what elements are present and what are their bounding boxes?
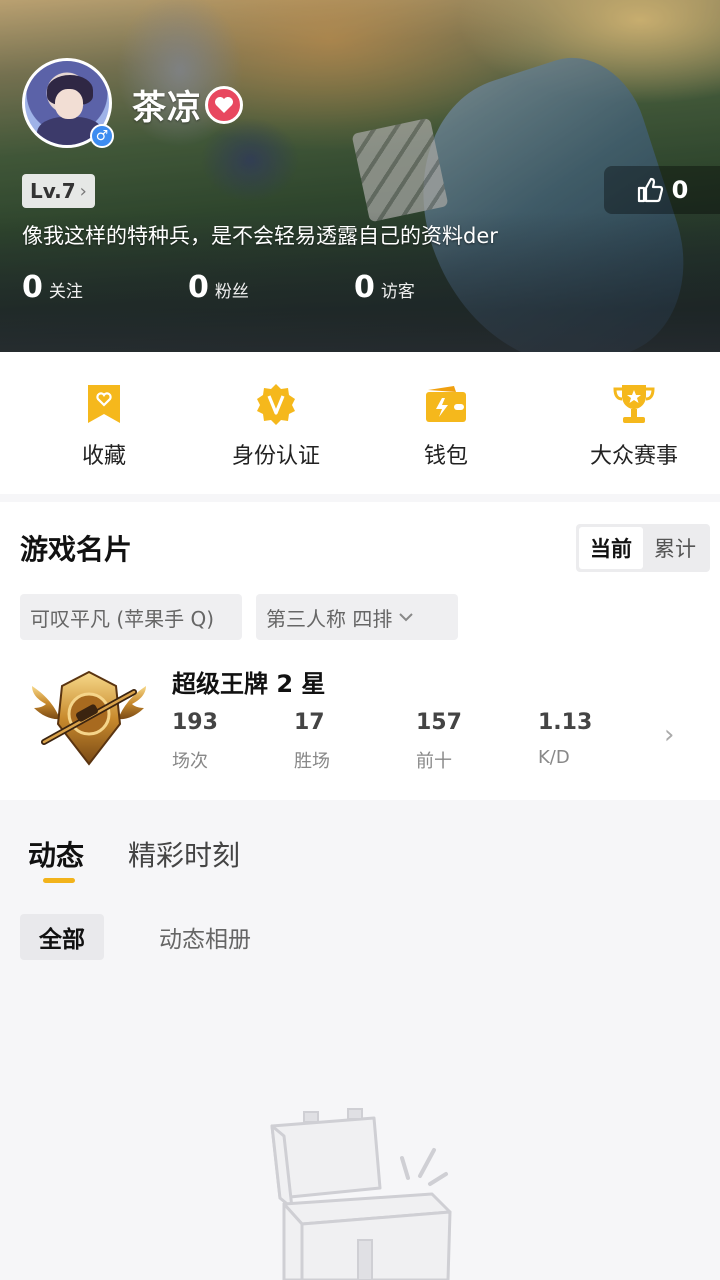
quick-action-label: 大众赛事 [589,444,678,469]
bookmark-heart-icon [82,382,126,426]
tab-posts[interactable]: 动态 [28,834,84,874]
like-button[interactable]: 0 [604,166,720,214]
rank-stat-kd: 1.13 K/D [538,710,638,768]
rank-stat-label: 场次 [172,751,208,772]
stats-period-toggle: 当前 累计 [576,524,710,572]
wallet-icon [424,382,468,426]
profile-header: ♂ 茶凉 Lv.7 › 0 像我这样的特种兵，是不会轻易透露自己的资料der 0… [0,0,720,352]
game-card-title: 游戏名片 [20,533,133,566]
toggle-current[interactable]: 当前 [579,527,643,569]
rank-stat-value: 17 [294,710,325,735]
chevron-down-icon [399,613,414,622]
account-label: 可叹平凡 (苹果手 Q) [30,606,215,631]
filter-all[interactable]: 全部 [20,914,104,960]
profile-stats: 0 关注 0 粉丝 0 访客 [22,270,520,305]
tab-highlights[interactable]: 精彩时刻 [128,834,240,874]
male-icon: ♂ [90,124,114,148]
stat-fans[interactable]: 0 粉丝 [188,270,354,305]
heart-icon[interactable] [205,86,243,124]
thumbs-up-icon [637,177,663,203]
feed-section: 动态 精彩时刻 全部 动态相册 [0,808,720,1280]
stat-label: 访客 [380,282,415,302]
toggle-cumulative[interactable]: 累计 [643,527,707,569]
account-selector[interactable]: 可叹平凡 (苹果手 Q) [20,594,242,640]
like-count: 0 [671,176,689,204]
active-tab-indicator [43,878,75,883]
stat-value: 0 [354,270,375,305]
empty-box-icon [270,1108,452,1280]
quick-action-verification[interactable]: 身份认证 [208,352,344,494]
bio-text: 像我这样的特种兵，是不会轻易透露自己的资料der [22,224,498,248]
quick-action-label: 身份认证 [231,444,320,469]
rank-stat-label: 胜场 [294,751,330,772]
stat-visitors[interactable]: 0 访客 [354,270,520,305]
stat-label: 粉丝 [214,282,249,302]
username: 茶凉 [132,88,202,128]
chevron-right-icon: › [79,180,87,202]
rank-stat-label: 前十 [416,751,452,772]
quick-action-label: 钱包 [423,444,468,469]
rank-stat-value: 1.13 [538,710,593,735]
level-badge[interactable]: Lv.7 › [22,174,95,208]
filter-album[interactable]: 动态相册 [150,914,260,960]
rank-stat-value: 157 [416,710,462,735]
rank-emblem-icon [32,670,146,766]
quick-action-favorites[interactable]: 收藏 [0,352,208,494]
stat-label: 关注 [48,282,83,302]
quick-action-tournaments[interactable]: 大众赛事 [548,352,720,494]
rank-stat-value: 193 [172,710,218,735]
rank-stat-label: K/D [538,747,570,768]
chevron-right-icon[interactable]: › [664,720,674,750]
rank-name: 超级王牌 2 星 [172,670,326,698]
level-label: Lv.7 [30,179,76,203]
rank-stat-top10: 157 前十 [416,710,516,773]
rank-stat-matches: 193 场次 [172,710,272,773]
mode-selector[interactable]: 第三人称 四排 [256,594,458,640]
avatar-face [55,89,83,119]
quick-action-wallet[interactable]: 钱包 [344,352,548,494]
v-badge-icon [254,382,298,426]
game-card: 游戏名片 当前 累计 可叹平凡 (苹果手 Q) 第三人称 四排 超级王牌 2 星… [0,502,720,800]
rank-stat-wins: 17 胜场 [294,710,394,773]
quick-actions: 收藏 身份认证 钱包 大众赛事 [0,352,720,494]
stat-following[interactable]: 0 关注 [22,270,188,305]
stat-value: 0 [188,270,209,305]
quick-action-label: 收藏 [81,444,126,469]
mode-label: 第三人称 四排 [266,606,393,631]
trophy-icon [612,382,656,426]
stat-value: 0 [22,270,43,305]
